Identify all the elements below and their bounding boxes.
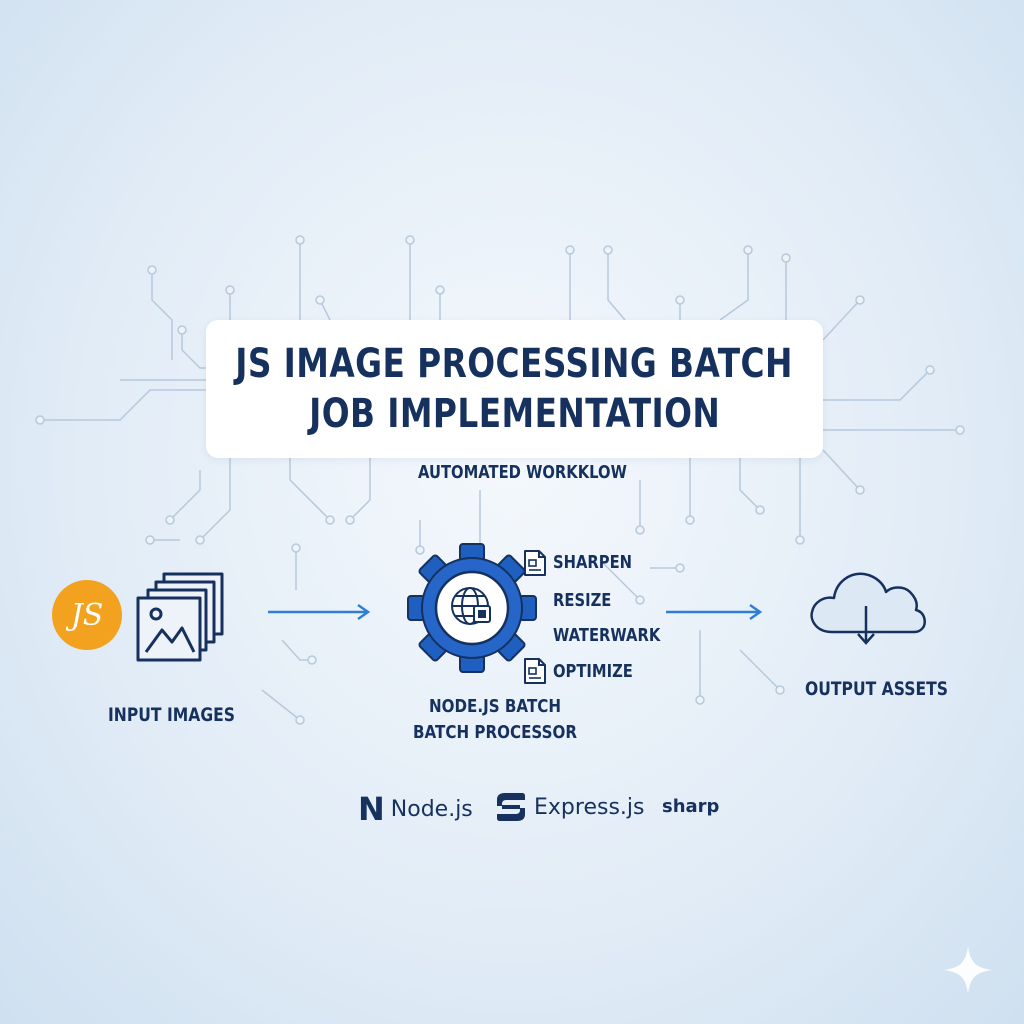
node-label: Node.js (390, 796, 473, 822)
document-icon (524, 658, 546, 684)
processor-label-line-2: BATCH PROCESSOR (413, 722, 577, 743)
node-logo-icon: N (358, 790, 385, 828)
title-line-1: JS IMAGE PROCESSING BATCH (235, 341, 794, 387)
tech-node: N Node.js (358, 790, 473, 828)
express-label: Express.js (534, 794, 645, 820)
output-label: OUTPUT ASSETS (805, 678, 948, 700)
express-logo-icon (497, 793, 525, 821)
sparkle-icon (944, 946, 992, 994)
circuit-background (35, 235, 965, 725)
title-card: JS IMAGE PROCESSING BATCH JOB IMPLEMENTA… (206, 320, 823, 458)
arrow-processor-to-output (666, 603, 763, 621)
title-line-2: JOB IMPLEMENTATION (308, 391, 721, 437)
document-icon (524, 550, 546, 576)
step-resize: RESIZE (553, 590, 612, 611)
step-optimize: OPTIMIZE (553, 661, 633, 682)
image-stack-icon (136, 572, 224, 662)
input-label: INPUT IMAGES (108, 704, 235, 726)
tech-express: Express.js (494, 790, 644, 824)
cloud-download-icon (810, 572, 926, 645)
sharp-label: sharp (662, 796, 720, 817)
step-waterwark: WATERWARK (553, 625, 661, 646)
js-badge-icon: JS (52, 580, 122, 650)
js-badge-text: JS (70, 597, 104, 633)
processor-label: NODE.JS BATCH BATCH PROCESSOR (398, 694, 591, 746)
gear-icon (407, 543, 537, 673)
arrow-input-to-processor (268, 603, 371, 621)
processor-label-line-1: NODE.JS BATCH (428, 696, 562, 717)
subtitle: AUTOMATED WORKKLOW (418, 462, 627, 483)
step-sharpen: SHARPEN (553, 552, 633, 573)
tech-sharp: sharp (662, 796, 719, 817)
